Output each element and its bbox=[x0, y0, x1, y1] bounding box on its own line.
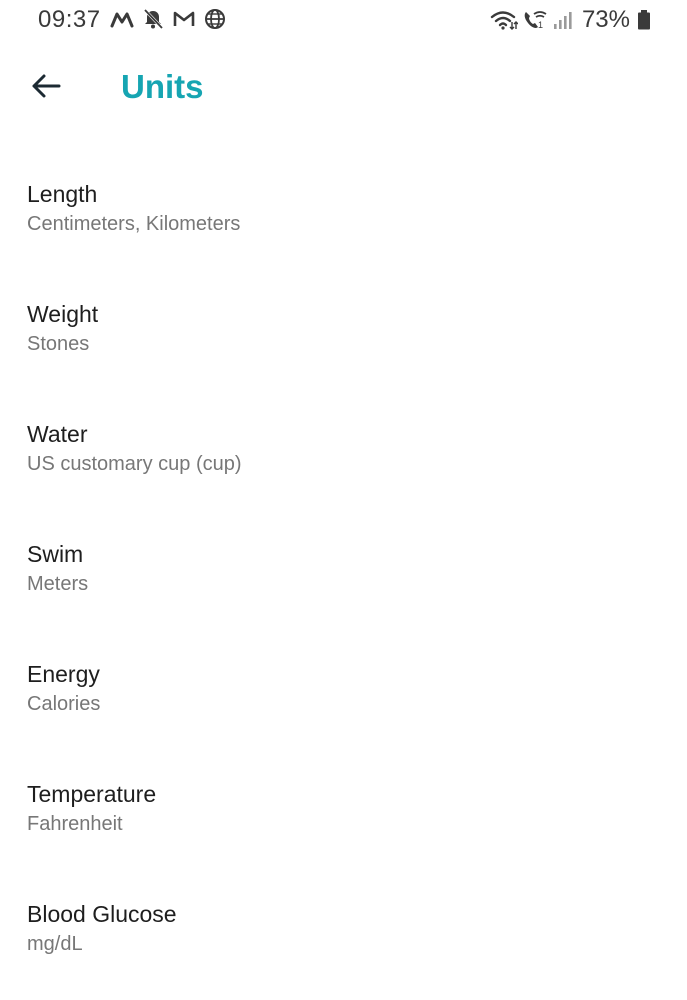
unit-label: Blood Glucose bbox=[27, 901, 177, 927]
globe-icon bbox=[204, 8, 226, 30]
unit-item-weight[interactable]: Weight Stones bbox=[0, 280, 687, 400]
back-button[interactable] bbox=[22, 64, 70, 112]
app-bar: Units bbox=[0, 52, 687, 124]
status-right-icons: 1 73% bbox=[490, 6, 651, 34]
mute-bell-icon bbox=[142, 8, 164, 30]
units-list: Length Centimeters, Kilometers Weight St… bbox=[0, 160, 687, 1000]
unit-label: Weight bbox=[27, 301, 99, 327]
unit-value: Calories bbox=[27, 693, 101, 715]
unit-item-blood-glucose[interactable]: Blood Glucose mg/dL bbox=[0, 880, 687, 1000]
arrow-left-icon bbox=[31, 73, 61, 104]
unit-value: Stones bbox=[27, 333, 90, 355]
unit-item-energy[interactable]: Energy Calories bbox=[0, 640, 687, 760]
unit-item-swim[interactable]: Swim Meters bbox=[0, 520, 687, 640]
signal-icon bbox=[552, 9, 574, 31]
battery-icon bbox=[637, 9, 651, 31]
wifi-icon bbox=[490, 9, 518, 31]
unit-value: mg/dL bbox=[27, 933, 83, 955]
svg-text:1: 1 bbox=[538, 20, 543, 30]
status-bar: 09:37 1 73% bbox=[0, 0, 687, 40]
unit-item-temperature[interactable]: Temperature Fahrenheit bbox=[0, 760, 687, 880]
gmail-icon bbox=[172, 9, 196, 29]
unit-label: Length bbox=[27, 181, 98, 207]
page-title: Units bbox=[121, 68, 204, 105]
unit-item-water[interactable]: Water US customary cup (cup) bbox=[0, 400, 687, 520]
unit-label: Water bbox=[27, 421, 88, 447]
unit-label: Energy bbox=[27, 661, 100, 687]
unit-value: Meters bbox=[27, 573, 89, 595]
unit-value: Centimeters, Kilometers bbox=[27, 213, 241, 235]
wifi-calling-icon: 1 bbox=[522, 9, 548, 31]
unit-label: Swim bbox=[27, 541, 84, 567]
unit-item-length[interactable]: Length Centimeters, Kilometers bbox=[0, 160, 687, 280]
status-left-icons bbox=[110, 8, 226, 30]
unit-value: US customary cup (cup) bbox=[27, 453, 242, 475]
unit-value: Fahrenheit bbox=[27, 813, 123, 835]
m-notification-icon bbox=[110, 9, 134, 29]
status-time: 09:37 bbox=[38, 6, 101, 33]
unit-label: Temperature bbox=[27, 781, 157, 807]
battery-percentage: 73% bbox=[581, 6, 630, 33]
